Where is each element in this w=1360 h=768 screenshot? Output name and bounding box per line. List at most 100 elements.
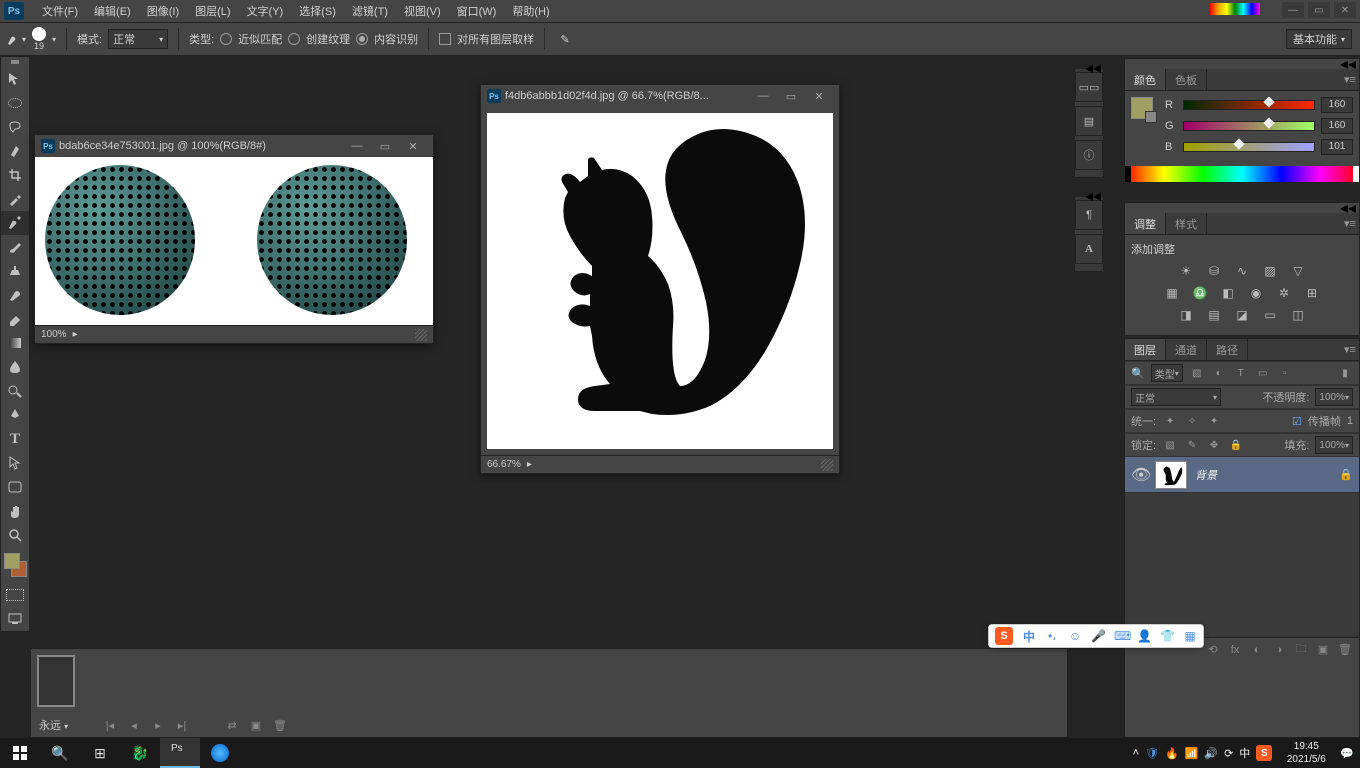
exposure-icon[interactable]: ▨	[1261, 263, 1279, 279]
ime-user-icon[interactable]: 👤	[1137, 629, 1151, 643]
opacity-input[interactable]: 100%▾	[1315, 388, 1353, 406]
g-slider[interactable]	[1183, 121, 1315, 131]
loop-label[interactable]: 永远 ▾	[39, 717, 68, 733]
doc2-maximize-button[interactable]: ▭	[777, 87, 805, 105]
doc2-close-button[interactable]: ✕	[805, 87, 833, 105]
brush-preset-picker[interactable]: 19	[32, 27, 46, 51]
layer-thumbnail[interactable]	[1155, 461, 1187, 489]
styles-tab[interactable]: 样式	[1166, 213, 1207, 234]
visibility-eye-icon[interactable]: 👁	[1131, 465, 1147, 485]
g-input[interactable]: 160	[1321, 118, 1353, 134]
duplicate-frame-button[interactable]: ▣	[247, 719, 265, 732]
layer-fx-icon[interactable]: fx	[1227, 644, 1243, 656]
layer-mask-icon[interactable]: ◐	[1249, 644, 1265, 656]
layers-tab[interactable]: 图层	[1125, 339, 1166, 360]
lock-pixel-icon[interactable]: ✎	[1184, 440, 1200, 451]
color-fg-bg-swatch[interactable]	[1131, 97, 1157, 123]
r-input[interactable]: 160	[1321, 97, 1353, 113]
balance-icon[interactable]: ♎	[1191, 285, 1209, 301]
dodge-tool[interactable]	[1, 379, 29, 403]
swatches-tab[interactable]: 色板	[1166, 69, 1207, 90]
dock-actions-icon[interactable]: ▤	[1075, 106, 1103, 136]
gradient-tool[interactable]	[1, 331, 29, 355]
dock-handle[interactable]: ◂◂	[1074, 186, 1104, 196]
doc1-minimize-button[interactable]: —	[343, 137, 371, 155]
menu-view[interactable]: 视图(V)	[396, 0, 449, 22]
layer-list[interactable]: 👁 背景 🔒	[1125, 457, 1359, 637]
clone-stamp-tool[interactable]	[1, 259, 29, 283]
layer-row-background[interactable]: 👁 背景 🔒	[1125, 457, 1359, 493]
hand-tool[interactable]	[1, 499, 29, 523]
invert-icon[interactable]: ◨	[1177, 307, 1195, 323]
quick-selection-tool[interactable]	[1, 139, 29, 163]
gradmap-icon[interactable]: ▭	[1261, 307, 1279, 323]
lock-icon[interactable]: 🔒	[1339, 468, 1353, 481]
tools-handle[interactable]	[1, 57, 29, 67]
tray-app-icon[interactable]: 🔥	[1165, 747, 1179, 760]
ime-keyboard-icon[interactable]: ⌨	[1114, 629, 1128, 643]
window-minimize-button[interactable]: —	[1282, 2, 1304, 18]
taskbar-browser[interactable]	[200, 738, 240, 768]
tween-button[interactable]: ⇄	[223, 719, 241, 732]
path-selection-tool[interactable]	[1, 451, 29, 475]
start-button[interactable]	[0, 738, 40, 768]
window-close-button[interactable]: ✕	[1334, 2, 1356, 18]
brush-tool[interactable]	[1, 235, 29, 259]
tray-notifications-icon[interactable]: 💬	[1340, 747, 1354, 760]
color-spectrum[interactable]	[1125, 166, 1359, 182]
ime-toolbar[interactable]: S 中 •، ☺ 🎤 ⌨ 👤 👕 ▦	[988, 624, 1204, 648]
filter-smart-icon[interactable]: ▫	[1277, 368, 1293, 379]
menu-help[interactable]: 帮助(H)	[504, 0, 557, 22]
doc1-maximize-button[interactable]: ▭	[371, 137, 399, 155]
fill-input[interactable]: 100%▾	[1315, 436, 1353, 454]
b-slider[interactable]	[1183, 142, 1315, 152]
panel-menu-icon[interactable]: ▾≡	[1341, 69, 1359, 90]
lookup-icon[interactable]: ⊞	[1303, 285, 1321, 301]
adjustment-layer-icon[interactable]: ◑	[1271, 644, 1287, 656]
filter-shape-icon[interactable]: ▭	[1255, 368, 1271, 379]
radio-create-texture[interactable]	[288, 33, 300, 45]
bw-icon[interactable]: ◧	[1219, 285, 1237, 301]
tray-overflow-icon[interactable]: ˄	[1133, 747, 1139, 759]
panel-menu-icon[interactable]: ▾≡	[1341, 339, 1359, 360]
prev-frame-button[interactable]: ◂	[125, 719, 143, 732]
taskbar-app-1[interactable]: 🐉	[120, 738, 160, 768]
filter-adjust-icon[interactable]: ◐	[1211, 368, 1227, 379]
brightness-icon[interactable]: ☀	[1177, 263, 1195, 279]
tray-sync-icon[interactable]: ⟳	[1224, 747, 1233, 760]
doc2-canvas[interactable]	[487, 113, 833, 449]
lock-trans-icon[interactable]: ▧	[1162, 440, 1178, 451]
lock-pos-icon[interactable]: ✥	[1206, 440, 1222, 451]
doc1-close-button[interactable]: ✕	[399, 137, 427, 155]
filter-toggle[interactable]: ▮	[1337, 368, 1353, 379]
foreground-color[interactable]	[4, 553, 20, 569]
selective-icon[interactable]: ◫	[1289, 307, 1307, 323]
paths-tab[interactable]: 路径	[1207, 339, 1248, 360]
panel-menu-icon[interactable]: ▾≡	[1341, 213, 1359, 234]
workspace-switcher[interactable]: 基本功能▾	[1286, 29, 1352, 49]
blur-tool[interactable]	[1, 355, 29, 379]
doc-info-icon[interactable]: ▸	[527, 459, 532, 470]
tray-ime-zh-icon[interactable]: 中	[1239, 745, 1250, 761]
layer-name[interactable]: 背景	[1195, 467, 1217, 483]
hue-icon[interactable]: ▦	[1163, 285, 1181, 301]
eraser-tool[interactable]	[1, 307, 29, 331]
crop-tool[interactable]	[1, 163, 29, 187]
type-tool[interactable]: T	[1, 427, 29, 451]
tray-sogou-icon[interactable]: S	[1256, 745, 1272, 761]
ime-lang-icon[interactable]: 中	[1022, 628, 1036, 645]
eyedropper-tool[interactable]	[1, 187, 29, 211]
channels-tab[interactable]: 通道	[1166, 339, 1207, 360]
unify-pos-icon[interactable]: ✦	[1162, 416, 1178, 427]
panel-handle[interactable]: ◂◂	[1125, 59, 1359, 69]
menu-image[interactable]: 图像(I)	[139, 0, 187, 22]
history-brush-tool[interactable]	[1, 283, 29, 307]
delete-layer-icon[interactable]: 🗑	[1337, 643, 1353, 656]
ime-punct-icon[interactable]: •،	[1045, 629, 1059, 643]
color-swatches[interactable]	[1, 551, 29, 583]
menu-type[interactable]: 文字(Y)	[239, 0, 292, 22]
threshold-icon[interactable]: ◪	[1233, 307, 1251, 323]
link-layers-icon[interactable]: ⟲	[1205, 643, 1221, 656]
blend-mode-select[interactable]: 正常▾	[1131, 388, 1221, 406]
adjustments-tab[interactable]: 调整	[1125, 213, 1166, 234]
